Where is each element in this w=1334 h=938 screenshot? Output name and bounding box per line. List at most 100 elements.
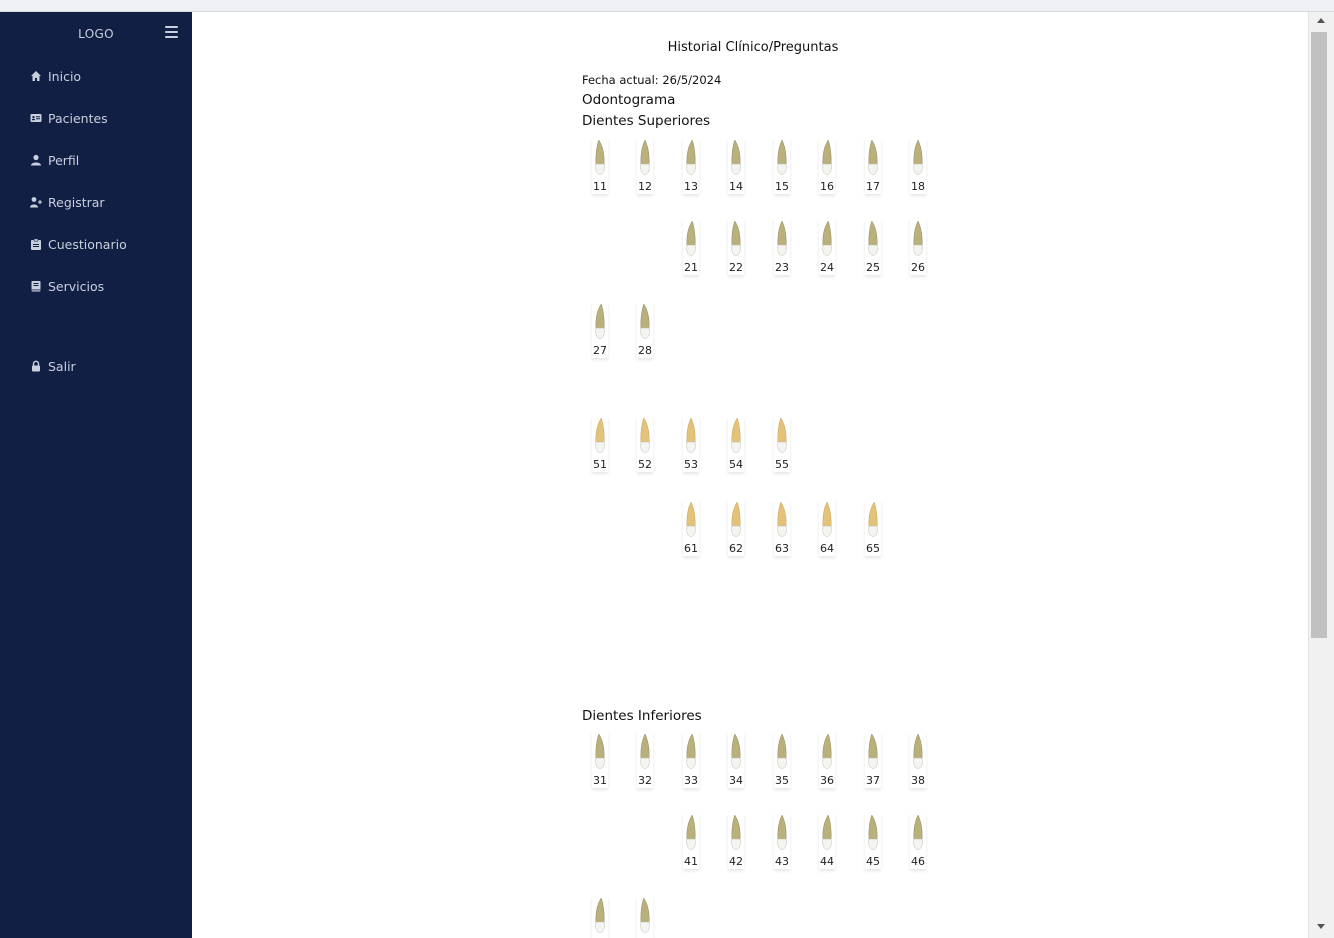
tooth-15[interactable]: 15 — [773, 138, 791, 193]
tooth-number: 23 — [775, 261, 789, 274]
tooth-16[interactable]: 16 — [818, 138, 836, 193]
user-plus-icon — [30, 197, 42, 208]
tooth-number: 64 — [820, 542, 834, 555]
tooth-number: 61 — [684, 542, 698, 555]
tooth-number: 62 — [729, 542, 743, 555]
tooth-number: 34 — [729, 774, 743, 787]
tooth-43[interactable]: 43 — [773, 813, 791, 868]
sidebar-item-label: Servicios — [48, 278, 105, 294]
tooth-number: 46 — [911, 855, 925, 868]
tooth-44[interactable]: 44 — [818, 813, 836, 868]
tooth-46[interactable]: 46 — [909, 813, 927, 868]
tooth-18[interactable]: 18 — [909, 138, 927, 193]
tooth-number: 16 — [820, 180, 834, 193]
sidebar-item-salir[interactable]: Salir — [30, 356, 76, 376]
upper-teeth-title: Dientes Superiores — [582, 113, 711, 129]
tooth-21[interactable]: 21 — [682, 219, 700, 274]
user-icon — [31, 154, 41, 166]
tooth-41[interactable]: 41 — [682, 813, 700, 868]
sidebar: LOGO Inicio Pacientes Perfil Registrar C… — [0, 12, 192, 938]
tooth-37[interactable]: 37 — [864, 732, 882, 787]
sidebar-item-inicio[interactable]: Inicio — [30, 66, 81, 86]
tooth-45[interactable]: 45 — [864, 813, 882, 868]
tooth-number: 31 — [593, 774, 607, 787]
sidebar-item-cuestionario[interactable]: Cuestionario — [30, 234, 127, 254]
tooth-number: 52 — [638, 458, 652, 471]
tooth-number: 21 — [684, 261, 698, 274]
tooth-51[interactable]: 51 — [591, 416, 609, 471]
tooth-62[interactable]: 62 — [727, 500, 745, 555]
tooth-number: 17 — [866, 180, 880, 193]
tooth-22[interactable]: 22 — [727, 219, 745, 274]
tooth-13[interactable]: 13 — [682, 138, 700, 193]
browser-top-bar — [0, 0, 1334, 12]
tooth-54[interactable]: 54 — [727, 416, 745, 471]
vertical-scrollbar[interactable] — [1308, 12, 1334, 938]
sidebar-item-label: Salir — [48, 358, 76, 374]
tooth-number: 65 — [866, 542, 880, 555]
tooth-61[interactable]: 61 — [682, 500, 700, 555]
tooth-number: 36 — [820, 774, 834, 787]
tooth-number: 51 — [593, 458, 607, 471]
tooth-27[interactable]: 27 — [591, 302, 609, 357]
odontograma-title: Odontograma — [582, 92, 676, 108]
tooth-36[interactable]: 36 — [818, 732, 836, 787]
tooth-number: 55 — [775, 458, 789, 471]
tooth-number: 18 — [911, 180, 925, 193]
tooth-number: 27 — [593, 344, 607, 357]
tooth-35[interactable]: 35 — [773, 732, 791, 787]
tooth-63[interactable]: 63 — [773, 500, 791, 555]
scroll-up-arrow-icon[interactable] — [1317, 18, 1325, 23]
tooth-26[interactable]: 26 — [909, 219, 927, 274]
tooth-number: 26 — [911, 261, 925, 274]
sidebar-item-pacientes[interactable]: Pacientes — [30, 108, 108, 128]
sidebar-item-perfil[interactable]: Perfil — [30, 150, 79, 170]
home-icon — [31, 71, 41, 81]
tooth-number: 35 — [775, 774, 789, 787]
current-date: Fecha actual: 26/5/2024 — [582, 73, 722, 87]
tooth-unlabeled-0[interactable] — [591, 896, 609, 938]
sidebar-item-label: Pacientes — [48, 110, 108, 126]
tooth-number: 43 — [775, 855, 789, 868]
tooth-23[interactable]: 23 — [773, 219, 791, 274]
tooth-17[interactable]: 17 — [864, 138, 882, 193]
tooth-64[interactable]: 64 — [818, 500, 836, 555]
main-content: Historial Clínico/Preguntas Fecha actual… — [192, 12, 1308, 938]
tooth-42[interactable]: 42 — [727, 813, 745, 868]
tooth-14[interactable]: 14 — [727, 138, 745, 193]
tooth-number: 38 — [911, 774, 925, 787]
tooth-12[interactable]: 12 — [636, 138, 654, 193]
tooth-11[interactable]: 11 — [591, 138, 609, 193]
menu-toggle-icon[interactable] — [165, 26, 179, 38]
id-card-icon — [30, 114, 42, 122]
logo: LOGO — [78, 27, 114, 41]
scroll-thumb[interactable] — [1311, 32, 1327, 638]
tooth-31[interactable]: 31 — [591, 732, 609, 787]
scroll-down-arrow-icon[interactable] — [1317, 924, 1325, 929]
tooth-38[interactable]: 38 — [909, 732, 927, 787]
tooth-53[interactable]: 53 — [682, 416, 700, 471]
tooth-52[interactable]: 52 — [636, 416, 654, 471]
tooth-number: 11 — [593, 180, 607, 193]
tooth-number: 13 — [684, 180, 698, 193]
sidebar-item-label: Inicio — [48, 68, 82, 84]
lower-teeth-title: Dientes Inferiores — [582, 708, 702, 724]
sidebar-item-registrar[interactable]: Registrar — [30, 192, 105, 212]
tooth-number: 53 — [684, 458, 698, 471]
tooth-34[interactable]: 34 — [727, 732, 745, 787]
tooth-33[interactable]: 33 — [682, 732, 700, 787]
sidebar-item-servicios[interactable]: Servicios — [30, 276, 104, 296]
tooth-number: 45 — [866, 855, 880, 868]
tooth-number: 63 — [775, 542, 789, 555]
tooth-65[interactable]: 65 — [864, 500, 882, 555]
tooth-25[interactable]: 25 — [864, 219, 882, 274]
tooth-number: 25 — [866, 261, 880, 274]
tooth-24[interactable]: 24 — [818, 219, 836, 274]
tooth-number: 44 — [820, 855, 834, 868]
tooth-55[interactable]: 55 — [773, 416, 791, 471]
tooth-unlabeled-1[interactable] — [636, 896, 654, 938]
tooth-28[interactable]: 28 — [636, 302, 654, 357]
sidebar-item-label: Registrar — [48, 194, 105, 210]
tooth-number: 24 — [820, 261, 834, 274]
tooth-32[interactable]: 32 — [636, 732, 654, 787]
